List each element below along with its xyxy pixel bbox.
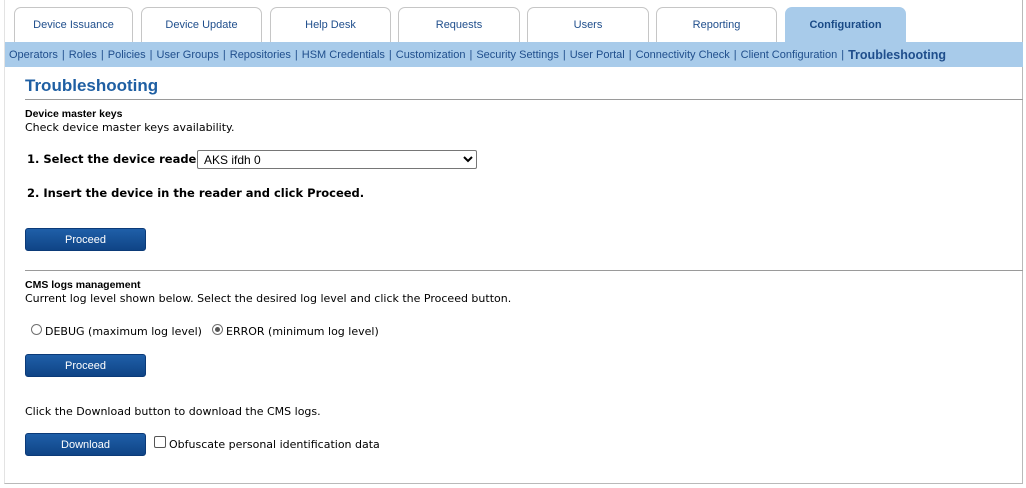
download-instructions: Click the Download button to download th…	[25, 405, 321, 418]
subnav-separator: |	[841, 48, 845, 61]
debug-radio[interactable]	[31, 324, 42, 335]
device-reader-select[interactable]: AKS ifdh 0	[197, 150, 477, 169]
logs-description: Current log level shown below. Select th…	[25, 292, 512, 305]
error-radio[interactable]	[212, 324, 223, 335]
master-keys-proceed-button[interactable]: Proceed	[25, 228, 146, 251]
subnav-separator: |	[222, 48, 226, 61]
page-title: Troubleshooting	[25, 76, 159, 95]
tab-requests[interactable]: Requests	[398, 7, 520, 42]
tab-reporting[interactable]: Reporting	[656, 7, 777, 42]
subnav-roles[interactable]: Roles	[69, 49, 97, 61]
obfuscate-checkbox[interactable]	[154, 436, 166, 448]
download-button[interactable]: Download	[25, 433, 146, 456]
subnav-troubleshooting[interactable]: Troubleshooting	[848, 48, 946, 62]
step1-label: 1. Select the device reader:	[27, 152, 207, 166]
subnav-separator: |	[388, 48, 392, 61]
logs-proceed-button[interactable]: Proceed	[25, 354, 146, 377]
subnav-operators[interactable]: Operators	[9, 49, 58, 61]
step2-label: 2. Insert the device in the reader and c…	[27, 186, 365, 200]
subnav-security-settings[interactable]: Security Settings	[476, 49, 559, 61]
subnav-policies[interactable]: Policies	[108, 49, 146, 61]
subnav-separator: |	[149, 48, 153, 61]
error-radio-label: ERROR (minimum log level)	[226, 325, 379, 338]
tab-device-issuance[interactable]: Device Issuance	[14, 7, 133, 42]
title-divider	[25, 99, 1023, 100]
main-tab-bar: Device Issuance Device Update Help Desk …	[0, 0, 1026, 42]
subnav-separator: |	[733, 48, 737, 61]
tab-device-update[interactable]: Device Update	[141, 7, 262, 42]
tab-help-desk[interactable]: Help Desk	[270, 7, 391, 42]
subnav-connectivity-check[interactable]: Connectivity Check	[636, 49, 730, 61]
master-keys-description: Check device master keys availability.	[25, 121, 235, 134]
debug-radio-label: DEBUG (maximum log level)	[45, 325, 202, 338]
subnav-separator: |	[294, 48, 298, 61]
subnav-separator: |	[562, 48, 566, 61]
logs-title: CMS logs management	[25, 279, 141, 291]
obfuscate-label: Obfuscate personal identification data	[169, 438, 380, 451]
master-keys-title: Device master keys	[25, 108, 123, 120]
subnav-separator: |	[469, 48, 473, 61]
subnav-hsm-credentials[interactable]: HSM Credentials	[302, 49, 385, 61]
configuration-subnav: Operators | Roles | Policies | User Groups |…	[5, 42, 1023, 67]
subnav-separator: |	[628, 48, 632, 61]
subnav-user-groups[interactable]: User Groups	[157, 49, 219, 61]
tab-users[interactable]: Users	[527, 7, 649, 42]
subnav-separator: |	[61, 48, 65, 61]
subnav-client-configuration[interactable]: Client Configuration	[741, 49, 838, 61]
subnav-customization[interactable]: Customization	[396, 49, 466, 61]
subnav-separator: |	[100, 48, 104, 61]
subnav-user-portal[interactable]: User Portal	[570, 49, 625, 61]
tab-configuration[interactable]: Configuration	[785, 7, 906, 42]
section-divider	[25, 270, 1023, 271]
subnav-repositories[interactable]: Repositories	[230, 49, 291, 61]
